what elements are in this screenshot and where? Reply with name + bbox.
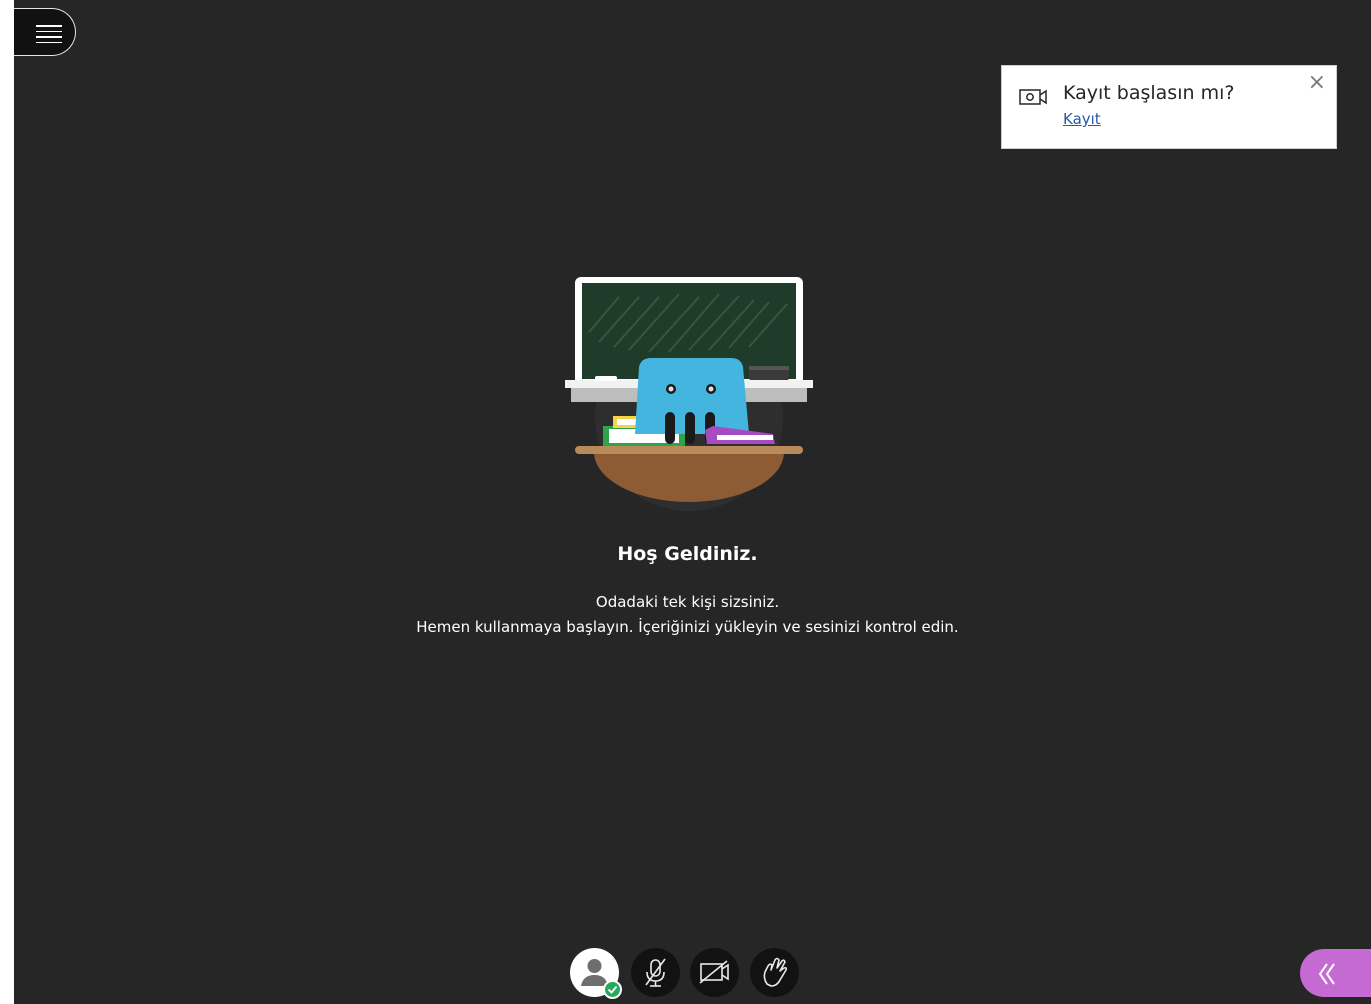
welcome-line-2: Hemen kullanmaya başlayın. İçeriğinizi y… bbox=[416, 618, 959, 636]
start-recording-link[interactable]: Kayıt bbox=[1063, 110, 1101, 128]
recording-prompt-toast: Kayıt başlasın mı? Kayıt × bbox=[1001, 65, 1337, 149]
toast-title: Kayıt başlasın mı? bbox=[1063, 82, 1235, 104]
camera-toggle-button[interactable] bbox=[690, 948, 739, 997]
microphone-muted-icon bbox=[645, 958, 666, 987]
record-camera-icon bbox=[1019, 89, 1047, 105]
raise-hand-button[interactable] bbox=[750, 948, 799, 997]
microphone-toggle-button[interactable] bbox=[631, 948, 680, 997]
status-badge bbox=[603, 980, 622, 999]
welcome-line-1: Odadaki tek kişi sizsiniz. bbox=[595, 593, 780, 611]
my-status-button[interactable] bbox=[570, 948, 622, 999]
raise-hand-icon bbox=[763, 957, 788, 987]
camera-off-icon bbox=[699, 960, 729, 984]
classroom-illustration bbox=[565, 277, 813, 511]
session-controls bbox=[570, 948, 810, 1000]
close-icon[interactable]: × bbox=[1308, 72, 1326, 94]
hamburger-menu-icon bbox=[36, 25, 62, 43]
open-collaborate-panel-button[interactable] bbox=[1300, 949, 1371, 997]
double-chevron-left-icon bbox=[1318, 963, 1335, 985]
checkmark-icon bbox=[607, 985, 618, 994]
session-stage: Kayıt başlasın mı? Kayıt × Hoş Geldiniz.… bbox=[14, 0, 1371, 1004]
welcome-heading: Hoş Geldiniz. bbox=[617, 543, 758, 565]
session-menu-button[interactable] bbox=[14, 8, 76, 56]
